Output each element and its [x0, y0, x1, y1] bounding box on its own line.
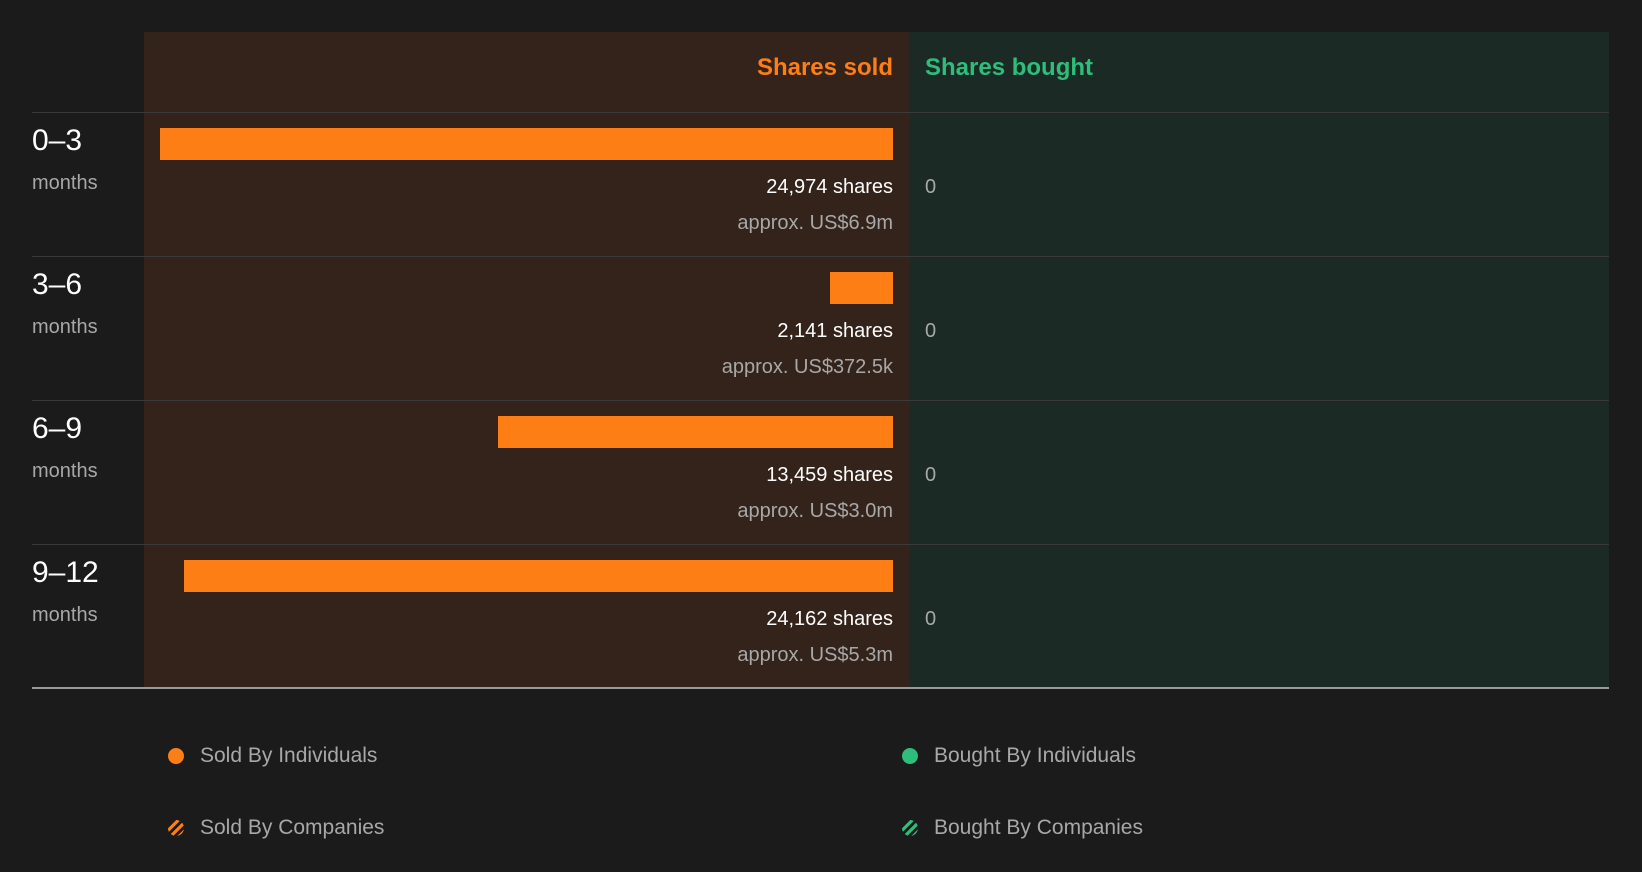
header-shares-bought: Shares bought: [925, 54, 1094, 81]
legend-label: Bought By Individuals: [934, 744, 1136, 767]
sold-shares: 24,162 shares: [766, 608, 893, 630]
period-unit: months: [32, 604, 98, 626]
bought-shares: 0: [925, 176, 937, 198]
row-divider: [32, 112, 1609, 113]
orange-dot-icon: [168, 748, 184, 764]
bought-shares: 0: [925, 464, 937, 486]
period-unit: months: [32, 460, 98, 482]
period-label: 3–6: [32, 268, 83, 301]
sold-shares: 24,974 shares: [766, 176, 893, 198]
sold-value: approx. US$5.3m: [737, 644, 893, 666]
chart-baseline: [32, 687, 1609, 689]
legend-bought-companies: Bought By Companies: [902, 816, 1143, 840]
period-label: 9–12: [32, 556, 99, 589]
orange-hatched-dot-icon: [168, 820, 184, 836]
sold-bar: [184, 560, 893, 592]
legend-sold-companies: Sold By Companies: [168, 816, 384, 840]
sold-value: approx. US$3.0m: [737, 500, 893, 522]
green-dot-icon: [902, 748, 918, 764]
header-shares-sold: Shares sold: [756, 54, 893, 81]
legend-label: Bought By Companies: [934, 816, 1143, 839]
bought-panel: [909, 32, 1609, 688]
legend-bought-individuals: Bought By Individuals: [902, 744, 1136, 768]
sold-bar: [160, 128, 893, 160]
legend-label: Sold By Individuals: [200, 744, 378, 767]
period-unit: months: [32, 172, 98, 194]
sold-value: approx. US$372.5k: [721, 356, 893, 378]
row-divider: [32, 544, 1609, 545]
sold-shares: 2,141 shares: [777, 320, 893, 342]
green-hatched-dot-icon: [902, 820, 918, 836]
period-unit: months: [32, 316, 98, 338]
bought-shares: 0: [925, 320, 937, 342]
sold-bar: [498, 416, 893, 448]
period-label: 0–3: [32, 124, 83, 157]
sold-value: approx. US$6.9m: [737, 212, 893, 234]
sold-shares: 13,459 shares: [766, 464, 893, 486]
bought-shares: 0: [925, 608, 937, 630]
row-divider: [32, 400, 1609, 401]
legend-label: Sold By Companies: [200, 816, 385, 839]
period-label: 6–9: [32, 412, 83, 445]
sold-bar: [830, 272, 893, 304]
row-divider: [32, 256, 1609, 257]
legend-sold-individuals: Sold By Individuals: [168, 744, 377, 768]
